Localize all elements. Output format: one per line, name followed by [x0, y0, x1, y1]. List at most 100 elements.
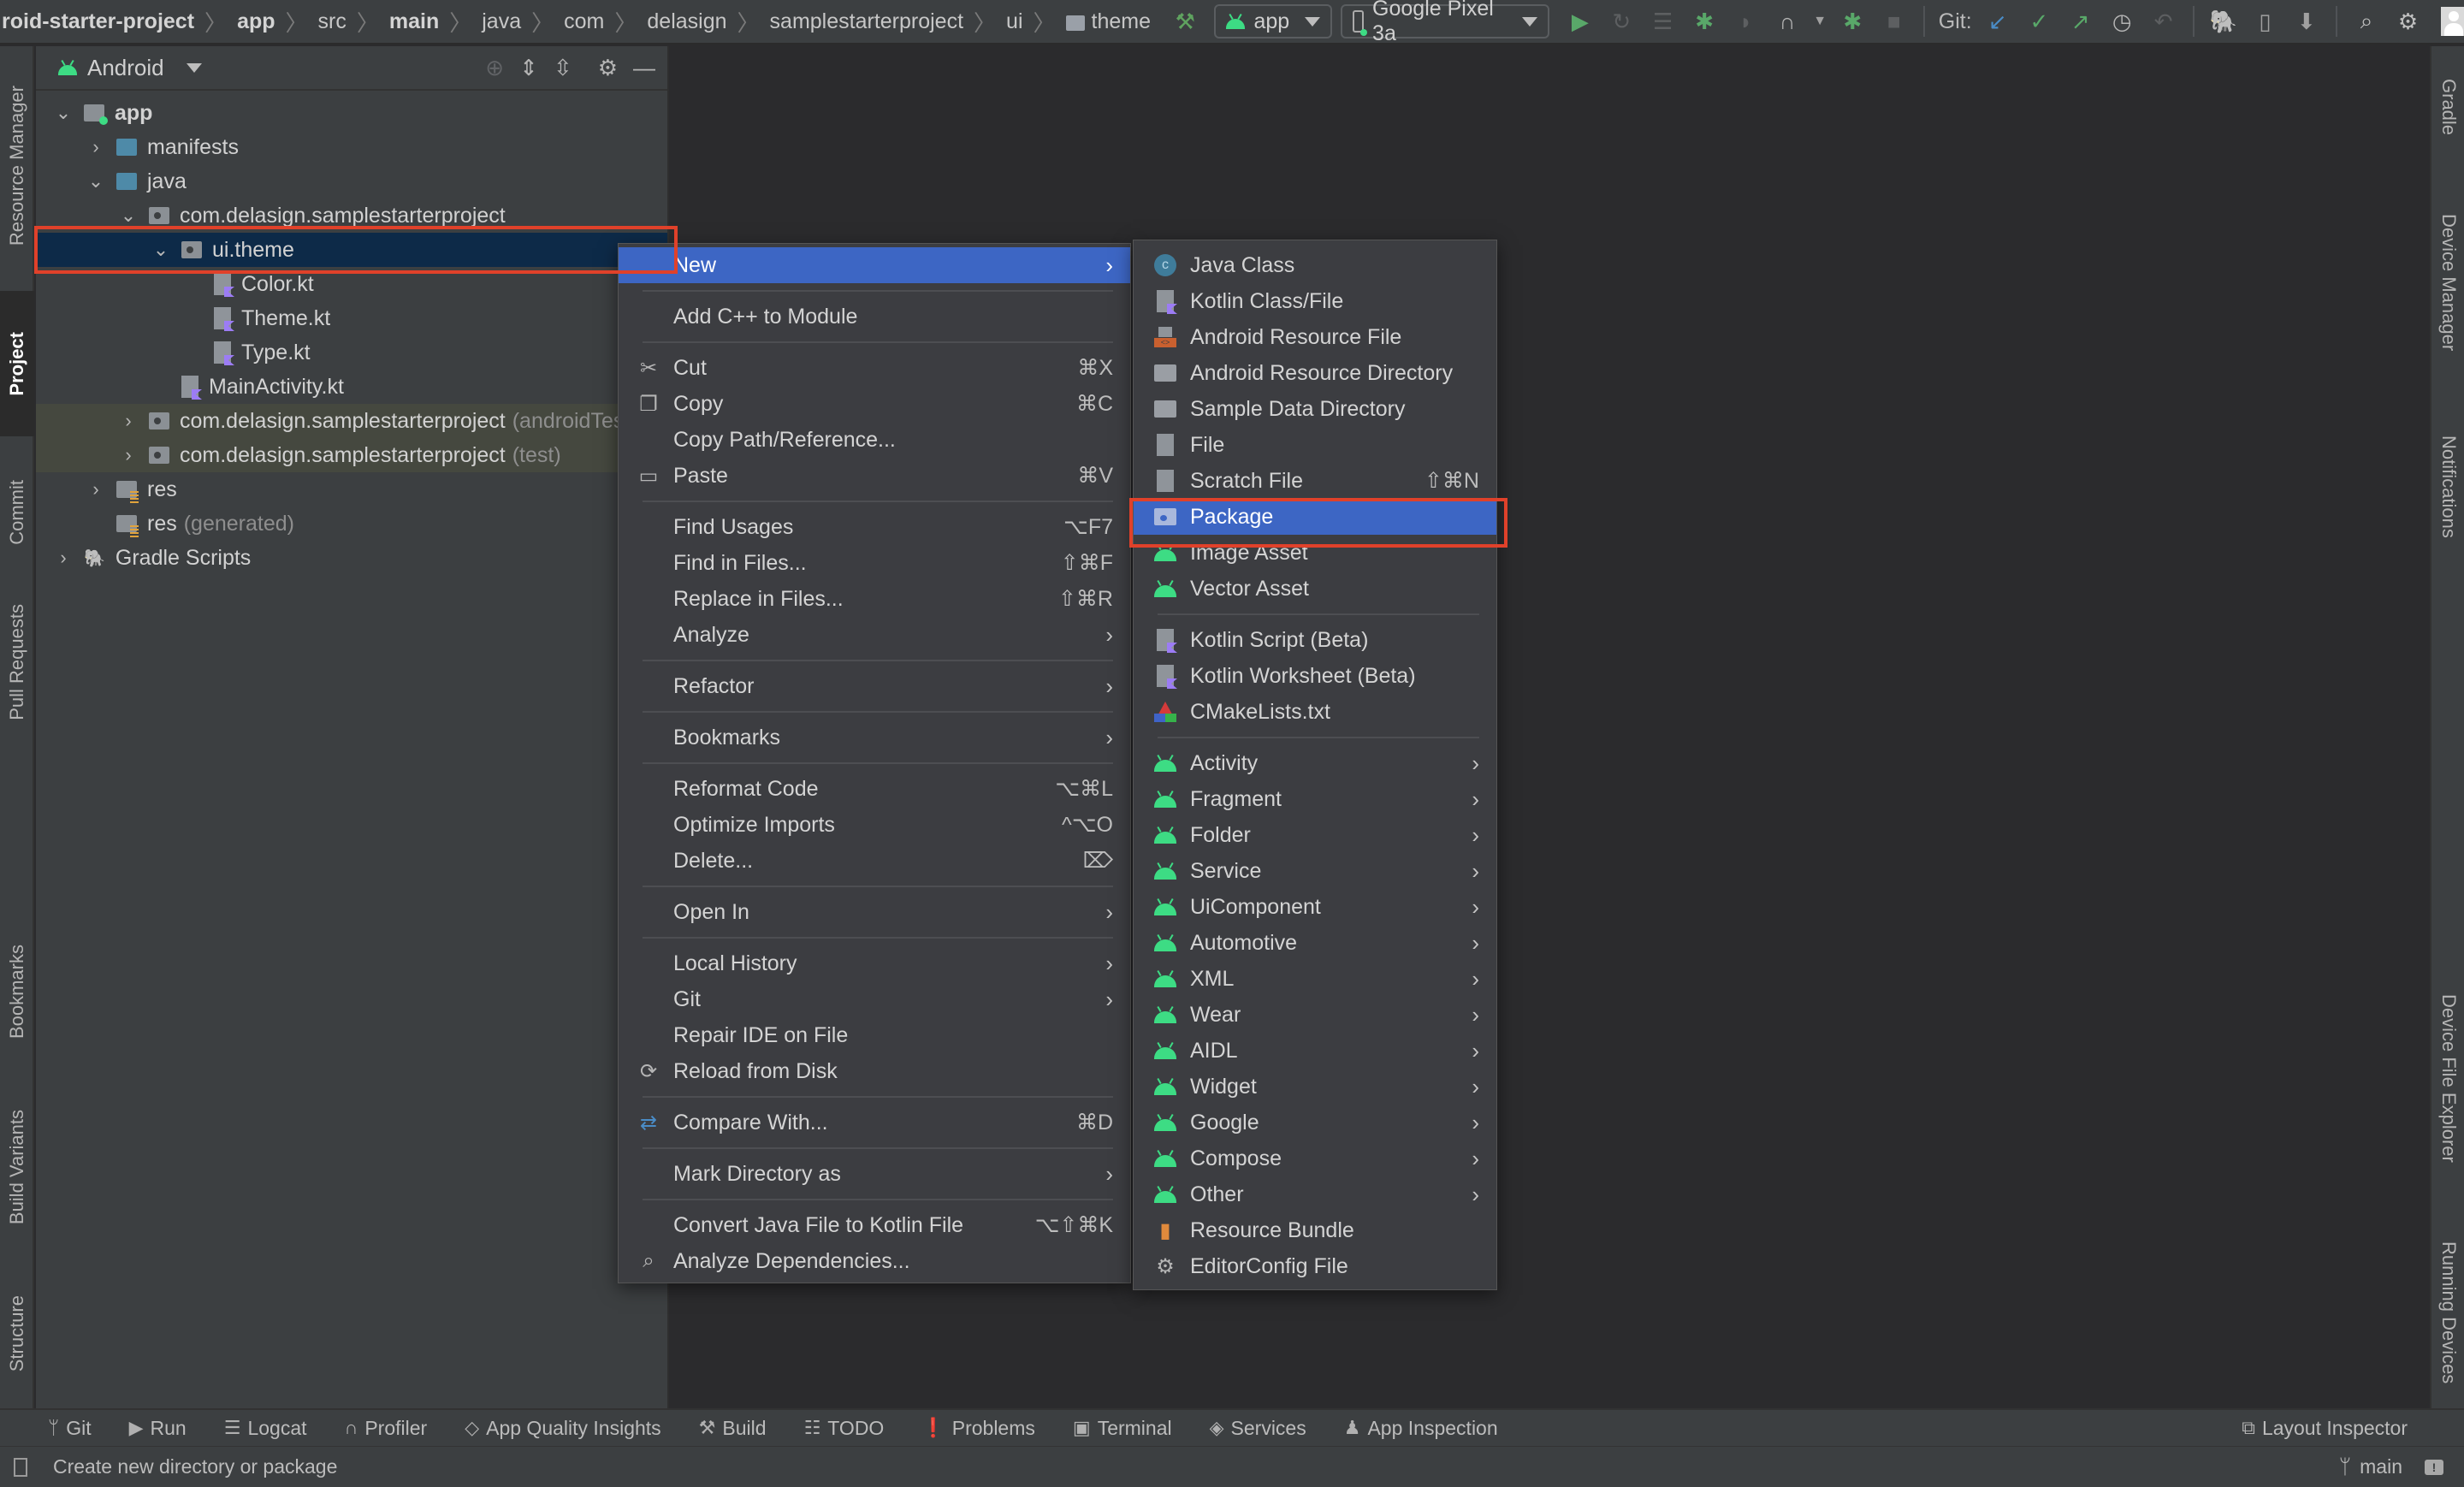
- submenu-item-image-asset[interactable]: Image Asset: [1134, 535, 1496, 571]
- submenu-item-resource-bundle[interactable]: ▮ Resource Bundle: [1134, 1212, 1496, 1248]
- avatar[interactable]: [2440, 7, 2464, 36]
- chevron-down-icon[interactable]: ⌄: [120, 204, 137, 227]
- submenu-item-fragment[interactable]: Fragment ›: [1134, 781, 1496, 817]
- git-commit-icon[interactable]: ✓: [2023, 4, 2054, 39]
- breadcrumb-ui[interactable]: ui: [1006, 9, 1022, 34]
- submenu-item-folder[interactable]: Folder ›: [1134, 817, 1496, 853]
- menu-item-find-usages[interactable]: Find Usages ⌥F7: [619, 509, 1130, 545]
- debug-icon[interactable]: ✱: [1689, 4, 1720, 39]
- attach-debugger-icon[interactable]: ∩: [1772, 4, 1803, 39]
- submenu-item-other[interactable]: Other ›: [1134, 1176, 1496, 1212]
- git-push-icon[interactable]: ↗: [2065, 4, 2096, 39]
- menu-item-reload-from-disk[interactable]: ⟳ Reload from Disk: [619, 1053, 1130, 1089]
- debug-attach-icon[interactable]: ✱: [1837, 4, 1868, 39]
- submenu-item-kotlin-script-beta[interactable]: Kotlin Script (Beta): [1134, 622, 1496, 658]
- tool-tab-notifications[interactable]: Notifications: [2431, 406, 2464, 568]
- git-update-icon[interactable]: ↙: [1982, 4, 2013, 39]
- menu-item-cut[interactable]: ✂ Cut ⌘X: [619, 350, 1130, 386]
- menu-item-copy[interactable]: ❐ Copy ⌘C: [619, 386, 1130, 422]
- hammer-icon[interactable]: ⚒: [1170, 4, 1200, 39]
- menu-item-add-c-to-module[interactable]: Add C++ to Module: [619, 299, 1130, 335]
- tool-tab-gradle[interactable]: Gradle: [2431, 60, 2464, 154]
- tree-item-gradle-scripts[interactable]: › 🐘 Gradle Scripts: [36, 541, 667, 575]
- menu-item-new[interactable]: New ›: [619, 247, 1130, 283]
- submenu-item-compose[interactable]: Compose ›: [1134, 1140, 1496, 1176]
- breadcrumb-project[interactable]: roid-starter-project: [2, 9, 194, 34]
- menu-item-copy-path-reference[interactable]: Copy Path/Reference...: [619, 422, 1130, 458]
- tree-item-java[interactable]: ⌄ java: [36, 164, 667, 198]
- submenu-item-package[interactable]: Package: [1134, 499, 1496, 535]
- menu-item-local-history[interactable]: Local History ›: [619, 945, 1130, 981]
- tool-tab-pull-requests[interactable]: Pull Requests: [0, 585, 34, 739]
- menu-item-repair-ide-on-file[interactable]: Repair IDE on File: [619, 1017, 1130, 1053]
- apply-code-changes-icon[interactable]: ☰: [1647, 4, 1678, 39]
- breadcrumb-java[interactable]: java: [482, 9, 521, 34]
- tool-windows-toggle-icon[interactable]: [14, 1457, 27, 1477]
- menu-item-mark-directory-as[interactable]: Mark Directory as ›: [619, 1156, 1130, 1192]
- menu-item-paste[interactable]: ▭ Paste ⌘V: [619, 458, 1130, 494]
- tool-window-todo[interactable]: ☷ TODO: [804, 1417, 885, 1440]
- chevron-right-icon[interactable]: ›: [87, 478, 104, 501]
- tree-item-theme-kt[interactable]: Theme.kt: [36, 301, 667, 335]
- submenu-item-activity[interactable]: Activity ›: [1134, 745, 1496, 781]
- tool-tab-resource-manager[interactable]: Resource Manager: [0, 63, 34, 269]
- chevron-right-icon[interactable]: ›: [87, 136, 104, 158]
- tree-item-com-delasign-samplestarterproject-androidtest[interactable]: › com.delasign.samplestarterproject (andro…: [36, 404, 667, 438]
- tool-tab-structure[interactable]: Structure: [0, 1270, 34, 1398]
- submenu-item-widget[interactable]: Widget ›: [1134, 1069, 1496, 1105]
- chevron-right-icon[interactable]: ›: [120, 444, 137, 466]
- submenu-item-uicomponent[interactable]: UiComponent ›: [1134, 889, 1496, 925]
- tool-tab-build-variants[interactable]: Build Variants: [0, 1090, 34, 1244]
- menu-item-analyze-dependencies[interactable]: ⌕ Analyze Dependencies...: [619, 1243, 1130, 1279]
- locate-icon[interactable]: ⊕: [485, 55, 504, 81]
- tool-window-app-quality-insights[interactable]: ◇ App Quality Insights: [465, 1417, 660, 1440]
- gradle-sync-icon[interactable]: 🐘: [2208, 4, 2239, 39]
- chevron-down-icon[interactable]: ⌄: [55, 102, 72, 124]
- expand-all-icon[interactable]: ⇕: [519, 55, 538, 81]
- breadcrumb-src[interactable]: src: [318, 9, 346, 34]
- submenu-item-file[interactable]: File: [1134, 427, 1496, 463]
- tool-tab-running-devices[interactable]: Running Devices: [2431, 1218, 2464, 1407]
- menu-item-delete[interactable]: Delete... ⌦: [619, 843, 1130, 879]
- chevron-down-icon[interactable]: ▼: [1813, 4, 1827, 39]
- breadcrumb-main[interactable]: main: [389, 9, 439, 34]
- tree-item-com-delasign-samplestarterproject[interactable]: ⌄ com.delasign.samplestarterproject: [36, 198, 667, 233]
- device-select[interactable]: Google Pixel 3a: [1341, 0, 1549, 45]
- chevron-down-icon[interactable]: [186, 62, 202, 73]
- menu-item-refactor[interactable]: Refactor ›: [619, 668, 1130, 704]
- chevron-right-icon[interactable]: ›: [120, 410, 137, 432]
- submenu-item-kotlin-worksheet-beta[interactable]: Kotlin Worksheet (Beta): [1134, 658, 1496, 694]
- search-icon[interactable]: ⌕: [2351, 4, 2382, 39]
- sdk-manager-icon[interactable]: ⬇: [2291, 4, 2322, 39]
- menu-item-replace-in-files[interactable]: Replace in Files... ⇧⌘R: [619, 581, 1130, 617]
- tool-window-logcat[interactable]: ☰ Logcat: [224, 1417, 307, 1440]
- device-manager-icon[interactable]: ▯: [2249, 4, 2280, 39]
- submenu-item-editorconfig-file[interactable]: ⚙ EditorConfig File: [1134, 1248, 1496, 1284]
- stop-icon[interactable]: ■: [1879, 4, 1910, 39]
- breadcrumb-app[interactable]: app: [237, 9, 275, 34]
- tool-window-git[interactable]: ᛘ Git: [48, 1417, 92, 1440]
- project-view-select[interactable]: Android: [87, 55, 164, 81]
- submenu-item-scratch-file[interactable]: Scratch File ⇧⌘N: [1134, 463, 1496, 499]
- tool-window-terminal[interactable]: ▣ Terminal: [1073, 1417, 1172, 1440]
- submenu-item-automotive[interactable]: Automotive ›: [1134, 925, 1496, 961]
- breadcrumb-theme[interactable]: theme: [1092, 9, 1151, 34]
- submenu-item-java-class[interactable]: c Java Class: [1134, 247, 1496, 283]
- tree-item-res-generated[interactable]: res (generated): [36, 507, 667, 541]
- tree-item-res[interactable]: › res: [36, 472, 667, 507]
- event-log-icon[interactable]: !: [2425, 1459, 2443, 1475]
- menu-item-convert-java-file-to-kotlin-file[interactable]: Convert Java File to Kotlin File ⌥⇧⌘K: [619, 1207, 1130, 1243]
- tree-item-manifests[interactable]: › manifests: [36, 130, 667, 164]
- submenu-item-wear[interactable]: Wear ›: [1134, 997, 1496, 1033]
- menu-item-git[interactable]: Git ›: [619, 981, 1130, 1017]
- hide-icon[interactable]: —: [633, 55, 655, 81]
- chevron-down-icon[interactable]: ⌄: [152, 239, 169, 261]
- submenu-item-aidl[interactable]: AIDL ›: [1134, 1033, 1496, 1069]
- submenu-item-service[interactable]: Service ›: [1134, 853, 1496, 889]
- menu-item-open-in[interactable]: Open In ›: [619, 894, 1130, 930]
- menu-item-find-in-files[interactable]: Find in Files... ⇧⌘F: [619, 545, 1130, 581]
- submenu-item-kotlin-class-file[interactable]: Kotlin Class/File: [1134, 283, 1496, 319]
- menu-item-analyze[interactable]: Analyze ›: [619, 617, 1130, 653]
- breadcrumb-com[interactable]: com: [564, 9, 604, 34]
- menu-item-reformat-code[interactable]: Reformat Code ⌥⌘L: [619, 771, 1130, 807]
